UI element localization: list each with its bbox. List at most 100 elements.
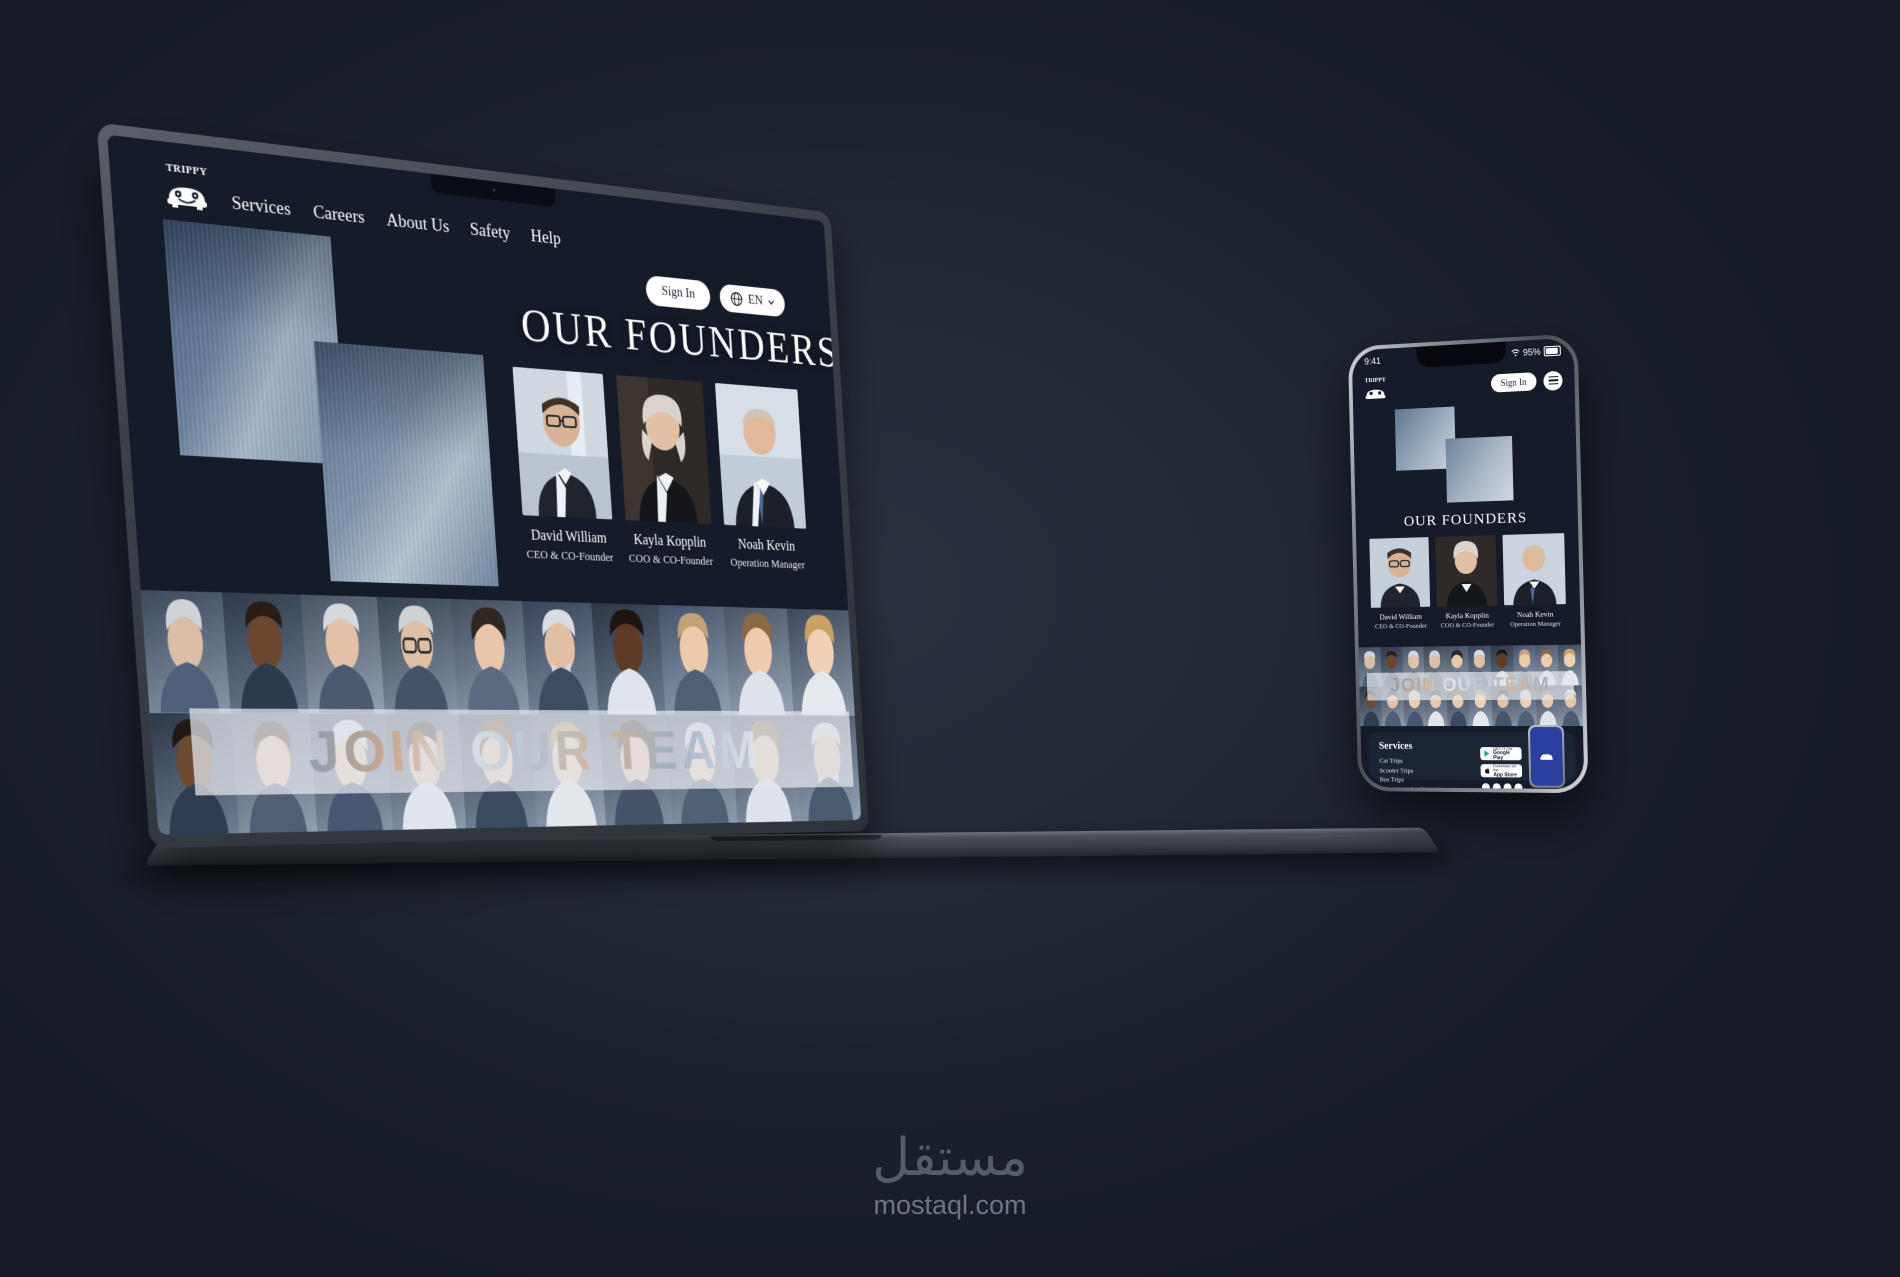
- team-member-photo: [377, 597, 459, 714]
- phone-founder-card[interactable]: Noah Kevin Operation Manager: [1503, 533, 1567, 628]
- founder-name: Kayla Kopplin: [626, 532, 713, 552]
- phone-founder-name: Kayla Kopplin: [1437, 610, 1498, 620]
- join-our-team-text: JOIN OUR TEAM: [306, 717, 763, 786]
- founder-card[interactable]: Noah Kevin Operation Manager: [715, 383, 809, 572]
- phone-join-our-team-text: JOIN OUR TEAM: [1390, 674, 1550, 697]
- collage-image-city: [314, 341, 499, 586]
- team-member-photo: [522, 601, 599, 714]
- phone-founder-role: COO & CO-Founder: [1437, 621, 1498, 629]
- chevron-down-icon: [768, 298, 775, 307]
- car-logo-icon: [164, 177, 210, 212]
- phone-brand-wordmark: TRIPPY: [1365, 377, 1386, 384]
- laptop-screen: TRIPPY Services Careers About Us Safety …: [107, 135, 861, 835]
- hamburger-menu-icon[interactable]: [1543, 370, 1562, 390]
- brand-logo[interactable]: TRIPPY: [163, 163, 210, 212]
- footer-service-item[interactable]: To Airport Shuttle: [1380, 785, 1475, 789]
- sign-in-button[interactable]: Sign In: [645, 275, 711, 311]
- founder-card[interactable]: David William CEO & CO-Founder: [513, 367, 616, 565]
- nav-item-about-us[interactable]: About Us: [386, 210, 450, 238]
- nav-item-careers[interactable]: Careers: [312, 202, 365, 229]
- phone-app-header[interactable]: TRIPPY Sign In: [1352, 366, 1574, 404]
- founder-role: COO & CO-Founder: [628, 551, 715, 569]
- brand-wordmark: TRIPPY: [165, 162, 207, 179]
- store-badge-big: App Store: [1493, 773, 1519, 778]
- phone-brand-logo[interactable]: TRIPPY: [1364, 378, 1387, 401]
- phone-founder-role: Operation Manager: [1505, 620, 1567, 628]
- phone-team-mosaic: JOIN OUR TEAM: [1359, 645, 1583, 727]
- phone-founder-avatar: [1503, 533, 1566, 605]
- desktop-page: TRIPPY Services Careers About Us Safety …: [107, 135, 861, 835]
- phone-founder-role: CEO & CO-Founder: [1371, 623, 1430, 631]
- phone-join-our-team-banner[interactable]: JOIN OUR TEAM: [1367, 671, 1574, 700]
- phone-page-title: OUR FOUNDERS: [1356, 508, 1578, 532]
- car-logo-icon: [1539, 751, 1553, 761]
- status-indicators: 95%: [1511, 345, 1561, 358]
- founder-name: David William: [523, 527, 614, 547]
- language-label: EN: [748, 293, 764, 309]
- watermark-arabic: مستقل: [872, 1128, 1028, 1188]
- team-member-photo: [591, 603, 665, 715]
- phone-founder-card[interactable]: Kayla Kopplin COO & CO-Founder: [1435, 535, 1498, 629]
- google-play-badge[interactable]: GET IT ON Google Play: [1480, 747, 1522, 760]
- hero-collage: [163, 219, 481, 588]
- footer-services-column: Services Car Trips Scooter Trips Bus Tri…: [1379, 741, 1474, 771]
- footer-links-column: GET IT ON Google Play Download on the Ap…: [1479, 741, 1523, 771]
- footer-app-preview: [1528, 725, 1565, 788]
- phone-founders-list: David William CEO & CO-Founder Kayla Kop…: [1369, 533, 1566, 630]
- page-title: OUR FOUNDERS: [519, 297, 840, 378]
- language-selector[interactable]: EN: [719, 284, 786, 318]
- footer-service-item[interactable]: Bus Trips: [1380, 775, 1475, 785]
- apple-icon: [1483, 766, 1491, 775]
- google-play-icon: [1483, 749, 1491, 758]
- join-our-team-banner[interactable]: JOIN OUR TEAM: [189, 708, 853, 795]
- nav-item-help[interactable]: Help: [530, 226, 561, 250]
- footer-service-item[interactable]: Car Trips: [1379, 757, 1474, 767]
- phone-screen: 9:41 95% TRIPPY Sign In OUR FOUNDERS Dav…: [1352, 338, 1585, 790]
- phone-founder-name: Noah Kevin: [1504, 609, 1566, 619]
- instagram-icon[interactable]: [1492, 783, 1500, 789]
- phone-sign-in-button[interactable]: Sign In: [1491, 372, 1537, 393]
- footer-app-screen: [1530, 727, 1563, 786]
- founder-avatar: [715, 383, 806, 529]
- founders-list: David William CEO & CO-Founder Kayla Kop…: [513, 367, 809, 572]
- phone-hero-collage: [1395, 404, 1514, 507]
- team-member-photo: [141, 590, 231, 713]
- car-logo-icon: [1364, 385, 1387, 401]
- nav-item-safety[interactable]: Safety: [469, 219, 511, 244]
- phone-footer: Services Car Trips Scooter Trips Bus Tri…: [1368, 732, 1576, 781]
- phone-founder-avatar: [1369, 537, 1430, 608]
- laptop-base-lip: [710, 835, 881, 842]
- laptop-mockup: TRIPPY Services Careers About Us Safety …: [128, 128, 1438, 918]
- phone-header-actions[interactable]: Sign In: [1491, 370, 1563, 393]
- laptop-lid: TRIPPY Services Careers About Us Safety …: [97, 122, 869, 848]
- webcam-icon: [493, 189, 496, 192]
- battery-icon: [1544, 345, 1561, 356]
- twitter-icon[interactable]: [1503, 783, 1511, 789]
- status-battery-percent: 95%: [1523, 346, 1541, 357]
- phone-founder-name: David William: [1371, 612, 1430, 622]
- team-member-photo: [723, 607, 793, 715]
- team-member-photo: [787, 609, 855, 716]
- globe-icon: [730, 291, 744, 307]
- team-member-photo: [658, 605, 730, 715]
- phone-frame: 9:41 95% TRIPPY Sign In OUR FOUNDERS Dav…: [1348, 333, 1589, 793]
- founder-name: Noah Kevin: [725, 536, 808, 555]
- linkedin-icon[interactable]: [1514, 783, 1522, 789]
- app-store-badge[interactable]: Download on the App Store: [1480, 764, 1522, 777]
- store-badge-big: Google Play: [1493, 751, 1519, 760]
- phone-founder-card[interactable]: David William CEO & CO-Founder: [1369, 537, 1430, 630]
- phone-founder-avatar: [1435, 535, 1497, 606]
- footer-social-links[interactable]: [1481, 783, 1522, 789]
- founder-role: CEO & CO-Founder: [525, 547, 616, 565]
- founder-role: Operation Manager: [726, 555, 809, 572]
- watermark-url: mostaql.com: [872, 1190, 1028, 1221]
- facebook-icon[interactable]: [1481, 783, 1489, 789]
- wifi-icon: [1511, 348, 1520, 358]
- team-photo-mosaic: JOIN OUR TEAM: [141, 590, 862, 835]
- founder-card[interactable]: Kayla Kopplin COO & CO-Founder: [616, 375, 714, 569]
- team-member-photo: [301, 595, 385, 714]
- phone-mockup: 9:41 95% TRIPPY Sign In OUR FOUNDERS Dav…: [1348, 333, 1589, 793]
- nav-item-services[interactable]: Services: [231, 193, 291, 221]
- footer-services-list: Car Trips Scooter Trips Bus Trips To Air…: [1379, 757, 1475, 789]
- team-member-photo: [222, 592, 309, 713]
